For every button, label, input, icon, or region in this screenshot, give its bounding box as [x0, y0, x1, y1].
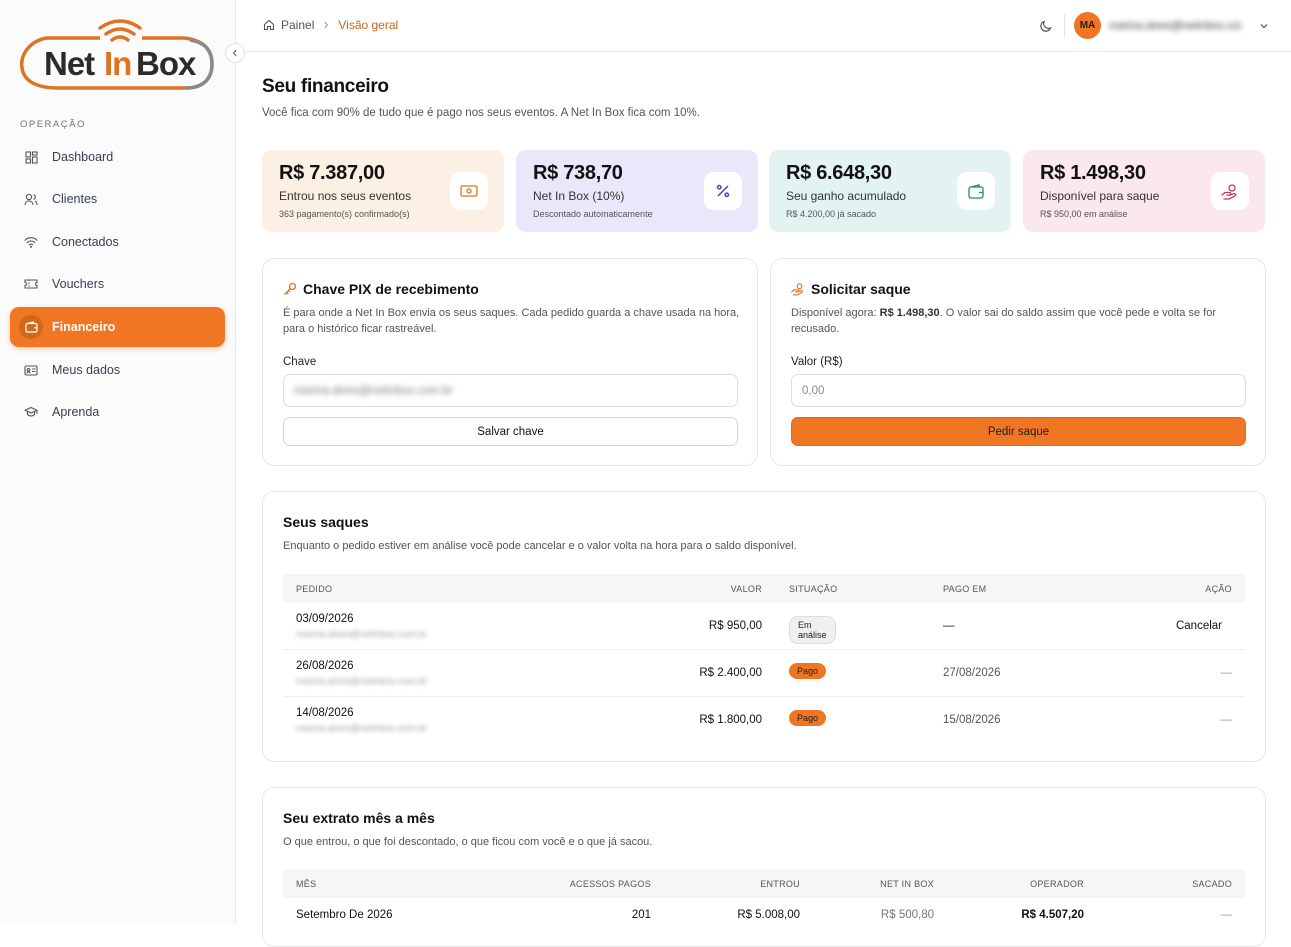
pix-key-label: Chave	[283, 356, 317, 368]
stat-sub: R$ 4.200,00 já sacado	[786, 209, 877, 219]
svg-text:Net: Net	[44, 45, 95, 82]
table-row: 14/08/2026 marina.alves@netinbox.com.br …	[296, 707, 1232, 734]
avatar: MA	[1074, 12, 1101, 39]
wallet-icon	[957, 172, 995, 210]
withdraw-card: Solicitar saque Disponível agora: R$ 1.4…	[770, 258, 1266, 466]
chevron-down-icon	[1260, 23, 1268, 28]
withdrawals-title: Seus saques	[283, 514, 369, 530]
statement-desc: O que entrou, o que foi descontado, o qu…	[283, 836, 653, 848]
sidebar-item-label: Financeiro	[52, 320, 116, 334]
sidebar-item-label: Aprenda	[52, 405, 100, 419]
stat-label: Entrou nos seus eventos	[279, 189, 412, 203]
pix-key-input[interactable]: marina.alves@netinbox.com.br	[283, 374, 738, 407]
sidebar-item-label: Vouchers	[52, 277, 105, 291]
pix-card-desc: É para onde a Net In Box envia os seus s…	[283, 307, 740, 335]
stat-sub: Descontado automaticamente	[533, 209, 653, 219]
statement-card: Seu extrato mês a mês O que entrou, o qu…	[262, 787, 1266, 947]
user-email: marina.alves@netinbox.com	[1109, 19, 1241, 32]
stat-value: R$ 1.498,30	[1040, 162, 1146, 184]
percent-icon	[704, 172, 742, 210]
users-icon	[24, 192, 38, 206]
stat-card-entrou: R$ 7.387,00 Entrou nos seus eventos 363 …	[262, 150, 504, 232]
sidebar-item-label: Dashboard	[52, 150, 114, 164]
withdraw-card-desc: Disponível agora: R$ 1.498,30. O valor s…	[791, 307, 1216, 335]
breadcrumb-current: Visão geral	[338, 18, 399, 32]
topbar-divider	[1064, 14, 1065, 38]
stat-label: Seu ganho acumulado	[786, 189, 907, 203]
statement-title: Seu extrato mês a mês	[283, 810, 435, 826]
stat-card-ganho: R$ 6.648,30 Seu ganho acumulado R$ 4.200…	[769, 150, 1011, 232]
stat-label: Disponível para saque	[1040, 189, 1160, 203]
page-subtitle: Você fica com 90% de tudo que é pago nos…	[262, 107, 700, 119]
pix-card-title: Chave PIX de recebimento	[283, 281, 479, 297]
sidebar-item-label: Conectados	[52, 235, 119, 249]
graduation-cap-icon	[24, 405, 38, 419]
stat-sub: R$ 950,00 em análise	[1040, 209, 1128, 219]
sidebar-item-financeiro[interactable]: Financeiro	[10, 307, 225, 347]
cash-icon	[450, 172, 488, 210]
withdraw-amount-input[interactable]: 0,00	[791, 374, 1246, 407]
sidebar-item-vouchers[interactable]: Vouchers	[10, 265, 225, 303]
sidebar-item-label: Meus dados	[52, 363, 121, 377]
chevron-right-icon	[324, 21, 329, 29]
breadcrumb-root[interactable]: Painel	[281, 18, 314, 32]
sidebar: Net In Box OPERAÇÃO Dashboard Clientes C…	[0, 0, 236, 924]
theme-toggle-button[interactable]	[1036, 17, 1054, 35]
netinbox-logo[interactable]: Net In Box	[18, 16, 216, 94]
breadcrumb: Painel Visão geral	[263, 18, 398, 32]
save-key-button[interactable]: Salvar chave	[283, 417, 738, 446]
stat-label: Net In Box (10%)	[533, 189, 625, 203]
svg-text:Box: Box	[136, 45, 197, 82]
statement-table-header: MÊS ACESSOS PAGOS ENTROU NET IN BOX OPER…	[283, 869, 1245, 898]
hand-coins-icon	[791, 283, 803, 296]
stat-card-disponivel: R$ 1.498,30 Disponível para saque R$ 950…	[1023, 150, 1265, 232]
table-row: 03/09/2026 marina.alves@netinbox.com.br …	[283, 603, 1245, 650]
id-card-icon	[24, 363, 38, 377]
pix-card: Chave PIX de recebimento É para onde a N…	[262, 258, 758, 466]
page-title: Seu financeiro	[262, 76, 389, 97]
wallet-icon	[19, 315, 43, 339]
stat-sub: 363 pagamento(s) confirmado(s)	[279, 209, 410, 219]
stat-value: R$ 738,70	[533, 162, 623, 184]
withdrawals-table-header: PEDIDO VALOR SITUAÇÃO PAGO EM AÇÃO	[283, 574, 1245, 603]
chevron-left-icon	[232, 49, 237, 57]
sidebar-item-label: Clientes	[52, 192, 98, 206]
stat-card-netinbox: R$ 738,70 Net In Box (10%) Descontado au…	[516, 150, 758, 232]
withdraw-card-title: Solicitar saque	[791, 281, 911, 297]
request-withdraw-button[interactable]: Pedir saque	[791, 417, 1246, 446]
stat-value: R$ 6.648,30	[786, 162, 892, 184]
topbar: Painel Visão geral MA marina.alves@netin…	[236, 0, 1291, 52]
table-row: 26/08/2026 marina.alves@netinbox.com.br …	[283, 650, 1245, 697]
key-icon	[284, 282, 297, 295]
sidebar-item-conectados[interactable]: Conectados	[10, 223, 225, 261]
withdrawals-desc: Enquanto o pedido estiver em análise voc…	[283, 540, 797, 552]
home-icon[interactable]	[263, 19, 275, 31]
sidebar-item-aprenda[interactable]: Aprenda	[10, 393, 225, 431]
withdrawals-card: Seus saques Enquanto o pedido estiver em…	[262, 491, 1266, 762]
ticket-icon	[24, 277, 38, 291]
svg-text:In: In	[104, 45, 131, 82]
moon-icon	[1039, 20, 1051, 32]
hand-coins-icon	[1211, 172, 1249, 210]
sidebar-section-label: OPERAÇÃO	[20, 119, 86, 130]
pix-key-value: marina.alves@netinbox.com.br	[294, 384, 453, 397]
stat-value: R$ 7.387,00	[279, 162, 385, 184]
sidebar-item-clientes[interactable]: Clientes	[10, 180, 225, 218]
table-row: Setembro De 2026 201 R$ 5.008,00 R$ 500,…	[296, 909, 1232, 921]
user-menu[interactable]: MA marina.alves@netinbox.com	[1074, 12, 1269, 39]
sidebar-item-dashboard[interactable]: Dashboard	[10, 138, 225, 176]
collapse-sidebar-button[interactable]	[225, 43, 245, 63]
withdraw-amount-label: Valor (R$)	[791, 356, 843, 368]
wifi-icon	[24, 235, 38, 249]
sidebar-item-meus-dados[interactable]: Meus dados	[10, 351, 225, 389]
dashboard-icon	[24, 150, 38, 164]
cancel-withdrawal-button[interactable]: Cancelar	[1176, 620, 1222, 632]
